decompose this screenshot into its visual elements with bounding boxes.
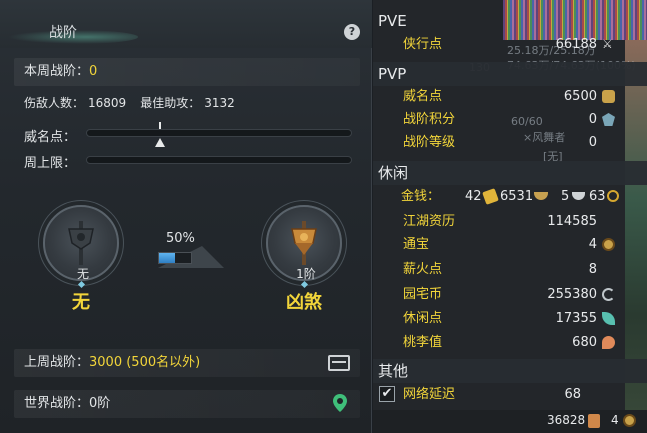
- bottom-value-a: 36828: [547, 413, 586, 427]
- banner-icon: [68, 221, 94, 265]
- money-label: 金钱：: [401, 189, 441, 204]
- peach-icon: [602, 336, 615, 349]
- leisure-item-label: 江湖资历: [403, 214, 456, 229]
- bottom-value-b: 4: [611, 413, 619, 427]
- rank-progress-fill: [159, 253, 175, 263]
- leisure-item-label: 休闲点: [403, 311, 443, 326]
- coin-icon: [623, 414, 636, 427]
- rank-divider: [300, 280, 309, 289]
- kill-count-label: 伤敌人数：: [24, 96, 85, 110]
- pvp-item-label: 战阶等级: [403, 135, 456, 150]
- world-rank-value: 0阶: [89, 396, 111, 411]
- weekly-cap-bar: [86, 156, 352, 164]
- currency-panel: 25.18万/25.18万 74.63万/74.63万(100%) 130 60…: [373, 0, 647, 433]
- pvp-item-value: 0: [588, 112, 597, 127]
- pvp-item-label: 威名点: [403, 89, 443, 104]
- pvp-item-label: 战阶积分: [403, 112, 456, 127]
- prestige-marker: [155, 122, 166, 147]
- boot-icon: [588, 414, 600, 428]
- kill-count-value: 16809: [88, 96, 127, 110]
- copper-ingot-icon: [572, 192, 585, 200]
- rank-divider: [77, 280, 86, 289]
- pve-item-value: 66188: [555, 37, 597, 52]
- leisure-item-value: 114585: [547, 214, 597, 229]
- current-rank-name: 无: [72, 292, 90, 313]
- leaf-icon: [602, 312, 615, 325]
- money-row: 金钱： 42 6531 5 63: [373, 185, 647, 208]
- leisure-item: 薪火点 8: [373, 258, 625, 281]
- game-window: 战阶 ? 本周战阶：0 伤敌人数： 16809 最佳助攻： 3132 威名点： 周上限…: [0, 0, 647, 433]
- leisure-item-label: 薪火点: [403, 262, 443, 277]
- help-icon[interactable]: ?: [344, 24, 360, 40]
- leisure-header: 休闲: [373, 161, 647, 185]
- leisure-item-label: 园宅币: [403, 287, 443, 302]
- leisure-item-label: 桃李值: [403, 335, 443, 350]
- weekly-cap-label: 周上限：: [24, 156, 77, 171]
- network-latency-row: 网络延迟 68: [373, 383, 625, 406]
- best-assist-value: 3132: [204, 96, 235, 110]
- coin-ring-icon: [607, 190, 619, 202]
- world-rank-label: 世界战阶：: [24, 396, 90, 411]
- leisure-item: 通宝 4: [373, 233, 625, 256]
- pve-header: PVE: [378, 12, 407, 30]
- prestige-bar: [86, 129, 352, 137]
- reward-chest-icon[interactable]: [328, 355, 350, 371]
- current-rank-medallion: 无: [43, 205, 119, 281]
- pvp-header: PVP: [373, 62, 647, 86]
- next-rank-name: 凶煞: [286, 292, 322, 313]
- leisure-item-value: 17355: [555, 311, 597, 326]
- gold-ingot-icon: [482, 188, 499, 205]
- pvp-item: 战阶等级 0: [373, 131, 625, 154]
- pvp-item-value: 6500: [563, 89, 597, 104]
- prestige-label: 威名点：: [24, 130, 77, 145]
- network-latency-label: 网络延迟: [403, 387, 456, 402]
- best-assist-label: 最佳助攻：: [140, 96, 201, 110]
- leisure-item: 桃李值 680: [373, 331, 625, 354]
- pvp-item-value: 0: [588, 135, 597, 150]
- current-rank-caption: 无: [76, 267, 89, 281]
- combat-stats-row: 伤敌人数： 16809 最佳助攻： 3132: [24, 94, 239, 111]
- leisure-item-label: 通宝: [403, 237, 430, 252]
- last-week-value: 3000 (500名以外): [89, 355, 201, 370]
- network-latency-value: 68: [564, 387, 581, 402]
- last-week-rank-row: 上周战阶：3000 (500名以外): [14, 349, 360, 377]
- leisure-item: 休闲点 17355: [373, 307, 625, 330]
- mask-icon: [602, 90, 615, 103]
- world-rank-row: 世界战阶：0阶: [14, 390, 360, 418]
- leisure-item-value: 255380: [547, 287, 597, 302]
- panel-title: 战阶: [49, 25, 77, 41]
- leisure-item: 江湖资历 114585: [373, 210, 625, 233]
- leisure-item-value: 680: [572, 335, 597, 350]
- crest-icon: [602, 113, 615, 126]
- house-coin-icon: [602, 288, 615, 301]
- pvp-item: 战阶积分 0: [373, 108, 625, 131]
- last-week-label: 上周战阶：: [24, 355, 90, 370]
- battle-rank-panel: 战阶 ? 本周战阶：0 伤敌人数： 16809 最佳助攻： 3132 威名点： 周上限…: [0, 0, 372, 433]
- money-copper-b: 63: [589, 189, 606, 204]
- crossed-swords-icon: ⚔: [602, 37, 613, 51]
- leisure-item-value: 4: [588, 237, 597, 252]
- rank-progress-percent: 50%: [166, 231, 195, 246]
- money-silver: 6531: [500, 189, 534, 204]
- pve-item-label: 侠行点: [403, 37, 443, 52]
- weekly-rank-row: 本周战阶：0: [14, 58, 360, 86]
- pve-item: 侠行点 66188 ⚔: [373, 33, 625, 56]
- weekly-rank-label: 本周战阶：: [24, 64, 90, 79]
- leisure-item: 园宅币 255380: [373, 283, 625, 306]
- silver-ingot-icon: [534, 192, 548, 200]
- money-gold: 42: [465, 189, 482, 204]
- banner-icon: [291, 221, 317, 265]
- other-header: 其他: [373, 359, 647, 383]
- leisure-item-value: 8: [588, 262, 597, 277]
- rank-progress-bar: [158, 252, 192, 264]
- coin-icon: [602, 238, 615, 251]
- next-rank-medallion: 1阶: [266, 205, 342, 281]
- weekly-rank-value: 0: [89, 64, 98, 79]
- pvp-item: 威名点 6500: [373, 85, 625, 108]
- bottom-status-bar: 36828 4: [373, 410, 647, 433]
- map-pin-icon[interactable]: [333, 394, 347, 412]
- panel-title-bar: 战阶 ?: [0, 0, 372, 48]
- money-copper-a: 5: [561, 189, 570, 204]
- next-rank-caption: 1阶: [296, 267, 316, 281]
